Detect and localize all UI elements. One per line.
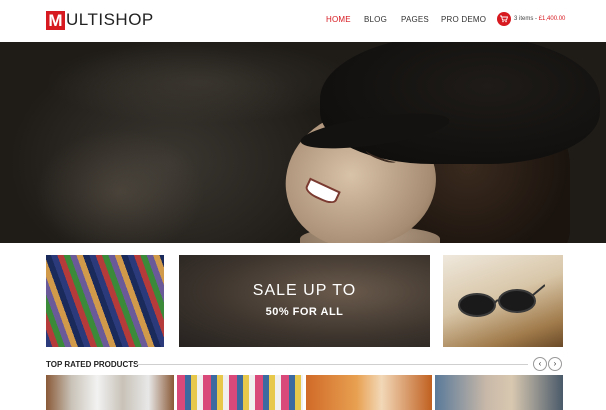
- section-divider: [135, 364, 528, 365]
- logo-text: ULTISHOP: [66, 10, 154, 29]
- site-header: M ULTISHOP HOME BLOG PAGES PRO DEMO 3 it…: [0, 0, 606, 42]
- chevron-left-icon[interactable]: ‹: [533, 357, 547, 371]
- banner-sale[interactable]: SALE UP TO 50% FOR ALL: [179, 255, 430, 347]
- nav-pro-demo[interactable]: PRO DEMO: [441, 15, 486, 24]
- product-thumb[interactable]: [435, 375, 563, 410]
- nav-pages[interactable]: PAGES: [401, 15, 429, 24]
- nav-home[interactable]: HOME: [326, 15, 351, 24]
- cart-price: £1,400.00: [538, 16, 566, 22]
- product-thumb[interactable]: [177, 375, 303, 410]
- sunglasses-image: [458, 284, 545, 317]
- chevron-right-icon[interactable]: ›: [548, 357, 562, 371]
- cart-items: 3 items: [514, 16, 534, 22]
- nav-blog[interactable]: BLOG: [364, 15, 387, 24]
- banner-sunglasses[interactable]: [443, 255, 563, 347]
- hero-banner[interactable]: [0, 42, 606, 243]
- product-thumb[interactable]: [306, 375, 432, 410]
- banner-ties[interactable]: [46, 255, 164, 347]
- site-logo[interactable]: M ULTISHOP: [46, 10, 154, 30]
- sale-subline: 50% FOR ALL: [265, 306, 344, 318]
- cart-text: 3 items - £1,400.00: [514, 16, 565, 22]
- logo-mark: M: [46, 10, 65, 30]
- top-rated-title: TOP RATED PRODUCTS: [46, 360, 139, 369]
- cart-icon[interactable]: [497, 12, 511, 26]
- cart-summary[interactable]: 3 items - £1,400.00: [497, 12, 565, 26]
- product-thumb[interactable]: [46, 375, 174, 410]
- sale-headline: SALE UP TO: [252, 282, 357, 299]
